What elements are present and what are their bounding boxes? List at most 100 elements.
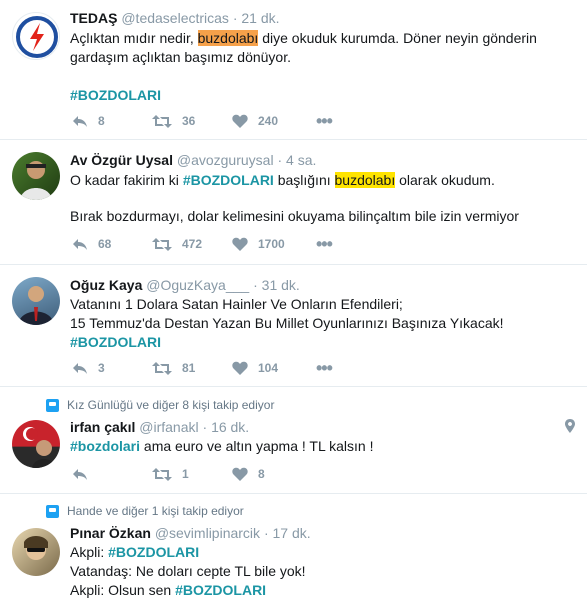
follow-context-text[interactable]: Kız Günlüğü ve diğer 8 kişi takip ediyor xyxy=(67,398,274,412)
like-button[interactable]: 8 xyxy=(232,467,312,481)
text-line: Vatandaş: Ne doları cepte TL bile yok! xyxy=(70,563,306,579)
text-line: Vatanını 1 Dolara Satan Hainler Ve Onlar… xyxy=(70,296,403,312)
like-button[interactable]: 104 xyxy=(232,361,312,375)
avatar[interactable] xyxy=(12,528,60,576)
tweet-text: #bozdolari ama euro ve altın yapma ! TL … xyxy=(70,437,567,456)
profile-photo-icon xyxy=(24,536,48,560)
retweet-button[interactable]: 81 xyxy=(152,361,232,375)
text-line: 15 Temmuz'da Destan Yazan Bu Millet Oyun… xyxy=(70,315,504,331)
more-icon[interactable]: ••• xyxy=(316,235,333,253)
tweet[interactable]: Oğuz Kaya @OguzKaya___ · 31 dk. Vatanını… xyxy=(0,265,587,387)
tweet-header: irfan çakıl @irfanakl · 16 dk. xyxy=(70,419,250,435)
text-segment: Akpli: xyxy=(70,544,109,560)
user-name[interactable]: Pınar Özkan xyxy=(70,525,151,541)
reply-count: 68 xyxy=(98,237,112,251)
more-icon[interactable]: ••• xyxy=(316,359,333,377)
tweet-text: O kadar fakirim ki #BOZDOLARI başlığını … xyxy=(70,171,567,226)
tweet-actions: 68 472 1700 ••• xyxy=(72,235,333,253)
user-name[interactable]: Oğuz Kaya xyxy=(70,277,142,293)
person-icon xyxy=(46,398,59,412)
tweet-header: Oğuz Kaya @OguzKaya___ · 31 dk. xyxy=(70,277,300,293)
hashtag-link[interactable]: #BOZDOLARI xyxy=(183,172,274,188)
tweet-header: Pınar Özkan @sevimlipinarcik · 17 dk. xyxy=(70,525,311,541)
tweet-header: TEDAŞ @tedaselectricas · 21 dk. xyxy=(70,10,280,26)
tweet[interactable]: Hande ve diğer 1 kişi takip ediyor Pınar… xyxy=(0,494,587,599)
tweet-text: Vatanını 1 Dolara Satan Hainler Ve Onlar… xyxy=(70,295,567,352)
heart-icon xyxy=(232,114,248,128)
retweet-count: 472 xyxy=(182,237,203,251)
timestamp[interactable]: 4 sa. xyxy=(286,152,316,168)
person-icon xyxy=(46,504,59,518)
heart-icon xyxy=(232,237,248,251)
tweet[interactable]: TEDAŞ @tedaselectricas · 21 dk. Açlıktan… xyxy=(0,0,587,140)
tweet[interactable]: Kız Günlüğü ve diğer 8 kişi takip ediyor… xyxy=(0,387,587,494)
retweet-count: 36 xyxy=(182,114,196,128)
follow-context: Hande ve diğer 1 kişi takip ediyor xyxy=(46,504,244,518)
profile-photo-icon xyxy=(23,427,56,468)
profile-photo-icon xyxy=(18,286,54,325)
user-handle[interactable]: @OguzKaya___ xyxy=(146,277,249,293)
hashtag-link[interactable]: #BOZDOLARI xyxy=(70,87,161,103)
tweet-text: Açlıktan mıdır nedir, buzdolabı diye oku… xyxy=(70,29,567,105)
like-count: 240 xyxy=(258,114,279,128)
avatar[interactable] xyxy=(12,152,60,200)
user-name[interactable]: irfan çakıl xyxy=(70,419,135,435)
location-pin-icon[interactable] xyxy=(565,419,575,433)
avatar[interactable] xyxy=(12,420,60,468)
tweet-header: Av Özgür Uysal @avozguruysal · 4 sa. xyxy=(70,152,317,168)
hashtag-link[interactable]: #bozdolari xyxy=(70,438,140,454)
tedas-logo-icon xyxy=(16,16,58,58)
reply-button[interactable] xyxy=(72,468,152,481)
reply-count: 8 xyxy=(98,114,105,128)
reply-icon xyxy=(73,238,87,250)
timestamp[interactable]: 31 dk. xyxy=(262,277,300,293)
highlight-word: buzdolabı xyxy=(197,30,259,46)
more-icon[interactable]: ••• xyxy=(316,112,333,130)
like-count: 8 xyxy=(258,467,265,481)
text-segment: O kadar fakirim ki xyxy=(70,172,183,188)
tweet-actions: 3 81 104 ••• xyxy=(72,359,333,377)
like-button[interactable]: 1700 xyxy=(232,237,312,251)
retweet-icon xyxy=(152,237,172,251)
like-count: 1700 xyxy=(258,237,285,251)
retweet-button[interactable]: 1 xyxy=(152,467,232,481)
user-handle[interactable]: @sevimlipinarcik xyxy=(155,525,260,541)
like-count: 104 xyxy=(258,361,279,375)
retweet-button[interactable]: 472 xyxy=(152,237,232,251)
user-name[interactable]: Av Özgür Uysal xyxy=(70,152,173,168)
reply-icon xyxy=(73,115,87,127)
hashtag-link[interactable]: #BOZDOLARI xyxy=(108,544,199,560)
reply-button[interactable]: 68 xyxy=(72,237,152,251)
reply-count: 3 xyxy=(98,361,105,375)
timestamp[interactable]: 16 dk. xyxy=(211,419,249,435)
text-segment: ama euro ve altın yapma ! TL kalsın ! xyxy=(140,438,374,454)
text-segment: Açlıktan mıdır nedir, xyxy=(70,30,198,46)
reply-button[interactable]: 3 xyxy=(72,361,152,375)
user-name[interactable]: TEDAŞ xyxy=(70,10,117,26)
follow-context: Kız Günlüğü ve diğer 8 kişi takip ediyor xyxy=(46,398,274,412)
avatar[interactable] xyxy=(12,12,60,60)
avatar[interactable] xyxy=(12,277,60,325)
hashtag-link[interactable]: #BOZDOLARI xyxy=(70,334,161,350)
retweet-button[interactable]: 36 xyxy=(152,114,232,128)
retweet-icon xyxy=(152,114,172,128)
heart-icon xyxy=(232,467,248,481)
like-button[interactable]: 240 xyxy=(232,114,312,128)
timestamp[interactable]: 17 dk. xyxy=(273,525,311,541)
text-segment: Akpli: Olsun sen xyxy=(70,582,176,598)
retweet-icon xyxy=(152,467,172,481)
user-handle[interactable]: @avozguruysal xyxy=(177,152,274,168)
user-handle[interactable]: @irfanakl xyxy=(139,419,198,435)
follow-context-text[interactable]: Hande ve diğer 1 kişi takip ediyor xyxy=(67,504,244,518)
reply-icon xyxy=(73,362,87,374)
highlight-word: buzdolabı xyxy=(334,172,396,188)
tweet[interactable]: Av Özgür Uysal @avozguruysal · 4 sa. O k… xyxy=(0,140,587,265)
retweet-count: 1 xyxy=(182,467,189,481)
profile-photo-icon xyxy=(20,161,52,200)
timestamp[interactable]: 21 dk. xyxy=(241,10,279,26)
user-handle[interactable]: @tedaselectricas xyxy=(121,10,229,26)
reply-icon xyxy=(73,468,87,480)
reply-button[interactable]: 8 xyxy=(72,114,152,128)
tweet-actions: 8 36 240 ••• xyxy=(72,112,333,130)
hashtag-link[interactable]: #BOZDOLARI xyxy=(175,582,266,598)
